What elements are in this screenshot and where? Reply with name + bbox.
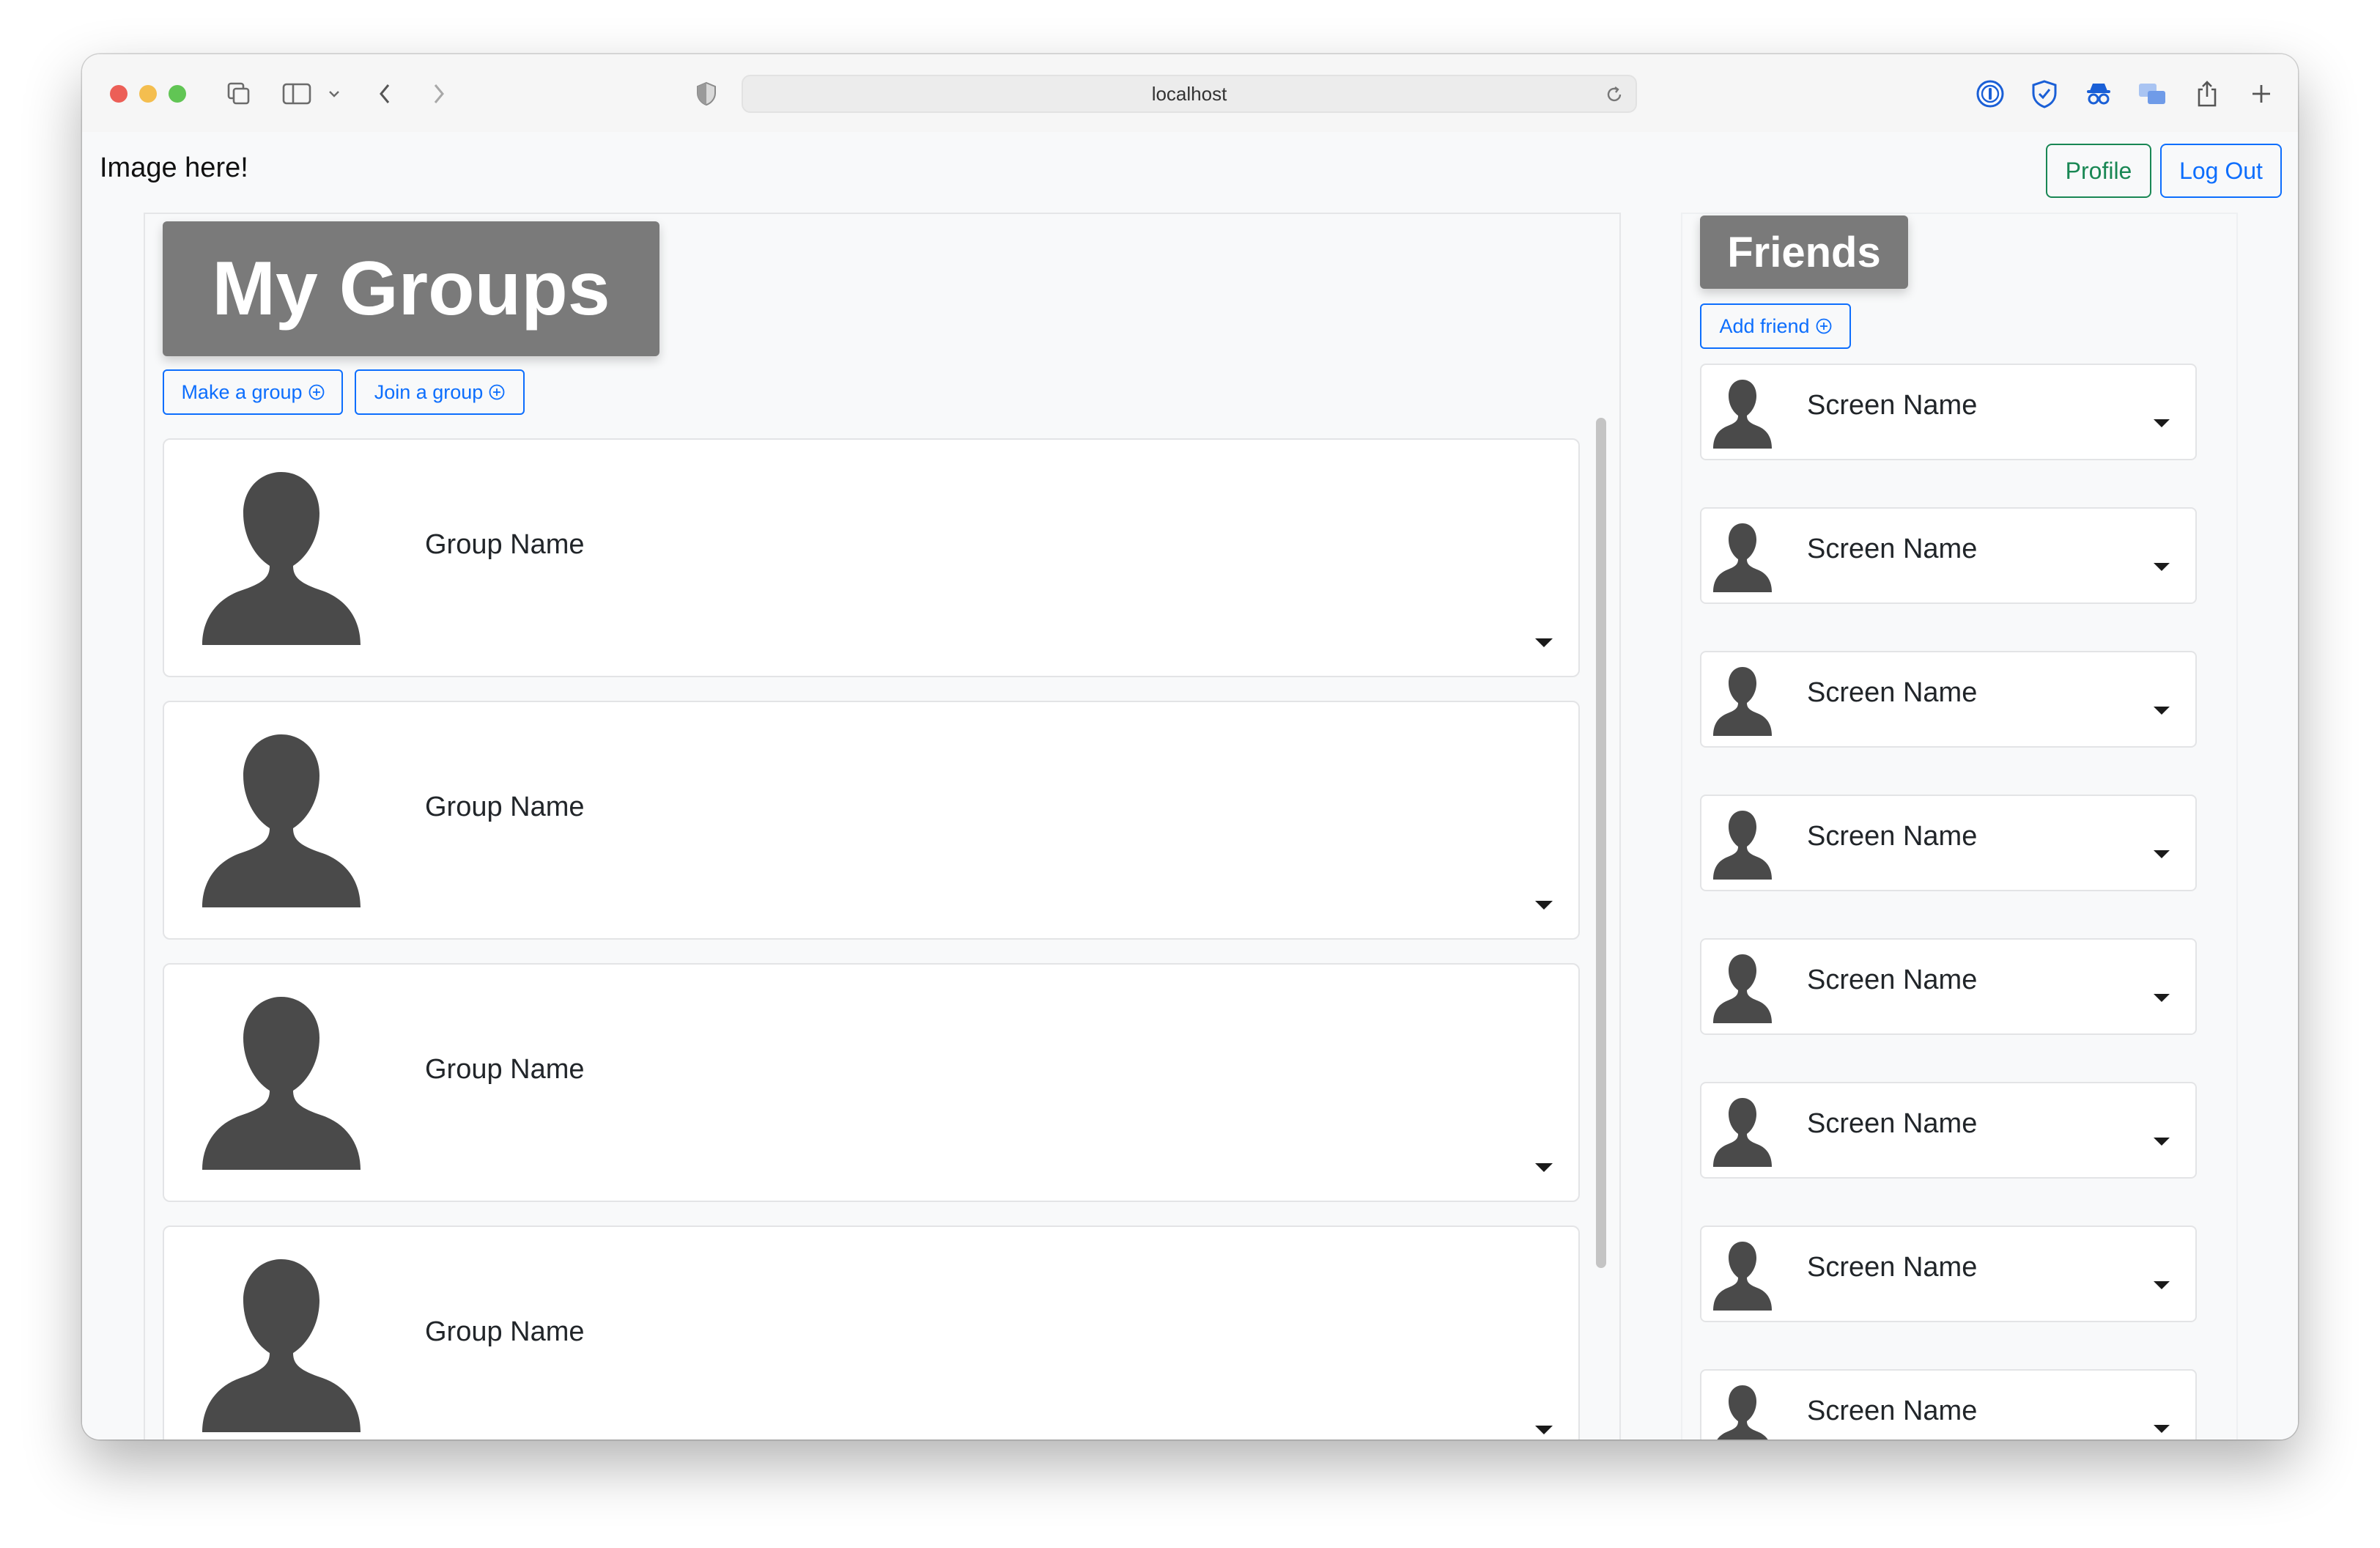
group-avatar-icon	[202, 472, 361, 645]
friends-list[interactable]: Screen Name Screen Name Screen Name Scre…	[1700, 361, 2228, 1440]
caret-down-icon[interactable]	[2153, 562, 2170, 572]
shield-check-icon[interactable]	[2027, 76, 2062, 111]
chevron-down-icon[interactable]	[325, 76, 343, 111]
friend-card[interactable]: Screen Name	[1700, 1082, 2197, 1179]
friend-screen-name: Screen Name	[1807, 390, 1978, 421]
group-avatar-icon	[202, 734, 361, 907]
friend-card[interactable]: Screen Name	[1700, 507, 2197, 604]
friend-avatar-icon	[1713, 954, 1772, 1023]
caret-down-icon[interactable]	[2153, 993, 2170, 1003]
plus-circle-icon	[489, 384, 505, 400]
forward-icon[interactable]	[424, 76, 453, 111]
address-bar[interactable]: localhost	[742, 75, 1637, 113]
group-name: Group Name	[425, 1316, 585, 1347]
minimize-window-button[interactable]	[139, 85, 157, 103]
friend-screen-name: Screen Name	[1807, 677, 1978, 708]
maximize-window-button[interactable]	[169, 85, 186, 103]
translate-icon[interactable]	[2135, 76, 2170, 111]
close-window-button[interactable]	[110, 85, 128, 103]
incognito-extension-icon[interactable]	[2081, 76, 2116, 111]
share-icon[interactable]	[2189, 76, 2225, 111]
url-text: localhost	[1151, 83, 1227, 105]
friends-title: Friends	[1700, 215, 1908, 289]
join-group-label: Join a group	[374, 380, 484, 403]
friend-screen-name: Screen Name	[1807, 1396, 1978, 1426]
add-friend-label: Add friend	[1719, 314, 1810, 337]
tab-overview-icon[interactable]	[221, 76, 256, 111]
group-name: Group Name	[425, 1054, 585, 1085]
friend-avatar-icon	[1717, 1385, 1768, 1440]
friend-avatar-icon	[1713, 523, 1772, 592]
friend-screen-name: Screen Name	[1807, 821, 1978, 852]
friend-avatar-icon	[1713, 667, 1772, 736]
friend-avatar-icon	[1713, 1242, 1772, 1311]
friends-panel: Friends Add friend Screen Name Screen Na…	[1681, 213, 2238, 1440]
plus-circle-icon	[1816, 318, 1831, 334]
make-group-button[interactable]: Make a group	[163, 369, 343, 415]
friend-card[interactable]: Screen Name	[1700, 651, 2197, 748]
friend-avatar-icon	[1713, 380, 1772, 449]
caret-down-icon[interactable]	[2153, 419, 2170, 428]
friend-screen-name: Screen Name	[1807, 965, 1978, 995]
group-avatar-icon	[202, 997, 361, 1170]
caret-down-icon[interactable]	[2153, 1280, 2170, 1290]
group-avatar-icon	[202, 1259, 361, 1432]
friend-card[interactable]: Screen Name	[1700, 364, 2197, 460]
groups-scrollbar[interactable]	[1596, 418, 1606, 1268]
friend-card[interactable]: Screen Name	[1700, 795, 2197, 891]
logout-button[interactable]: Log Out	[2160, 144, 2282, 198]
browser-window: localhost Image here! Profile Log Out My…	[82, 54, 2298, 1440]
privacy-shield-icon[interactable]	[692, 76, 721, 111]
profile-button[interactable]: Profile	[2046, 144, 2151, 198]
group-card[interactable]: Group Name	[163, 438, 1580, 677]
group-card[interactable]: Group Name	[163, 701, 1580, 940]
caret-down-icon[interactable]	[2153, 1424, 2170, 1434]
caret-down-icon[interactable]	[1534, 1162, 1553, 1173]
groups-list[interactable]: Group Name Group Name Group Name Group N…	[152, 416, 1611, 1440]
friend-card[interactable]: Screen Name	[1700, 1369, 2197, 1440]
friend-avatar-icon	[1713, 811, 1772, 880]
caret-down-icon[interactable]	[2153, 706, 2170, 715]
friend-card[interactable]: Screen Name	[1700, 938, 2197, 1035]
group-card[interactable]: Group Name	[163, 963, 1580, 1202]
back-icon[interactable]	[371, 76, 400, 111]
friend-screen-name: Screen Name	[1807, 1252, 1978, 1283]
reload-icon[interactable]	[1605, 85, 1624, 104]
plus-circle-icon	[308, 384, 324, 400]
caret-down-icon[interactable]	[2153, 1137, 2170, 1146]
caret-down-icon[interactable]	[1534, 1425, 1553, 1435]
brand-placeholder: Image here!	[100, 152, 248, 183]
friend-card[interactable]: Screen Name	[1700, 1226, 2197, 1322]
caret-down-icon[interactable]	[1534, 638, 1553, 648]
sidebar-icon[interactable]	[278, 76, 315, 111]
add-friend-button[interactable]: Add friend	[1700, 303, 1851, 349]
groups-title: My Groups	[163, 221, 659, 356]
groups-panel: My Groups Make a group Join a group Grou…	[144, 213, 1621, 1440]
friend-screen-name: Screen Name	[1807, 534, 1978, 564]
friend-avatar-icon	[1713, 1098, 1772, 1167]
friend-screen-name: Screen Name	[1807, 1108, 1978, 1139]
new-tab-icon[interactable]	[2244, 76, 2279, 111]
join-group-button[interactable]: Join a group	[355, 369, 525, 415]
caret-down-icon[interactable]	[2153, 849, 2170, 859]
password-manager-icon[interactable]	[1973, 76, 2008, 111]
page-content: Image here! Profile Log Out My Groups Ma…	[82, 132, 2298, 1440]
group-card[interactable]: Group Name	[163, 1226, 1580, 1440]
group-name: Group Name	[425, 529, 585, 560]
caret-down-icon[interactable]	[1534, 900, 1553, 910]
browser-toolbar: localhost	[82, 54, 2298, 133]
group-name: Group Name	[425, 792, 585, 822]
make-group-label: Make a group	[181, 380, 303, 403]
